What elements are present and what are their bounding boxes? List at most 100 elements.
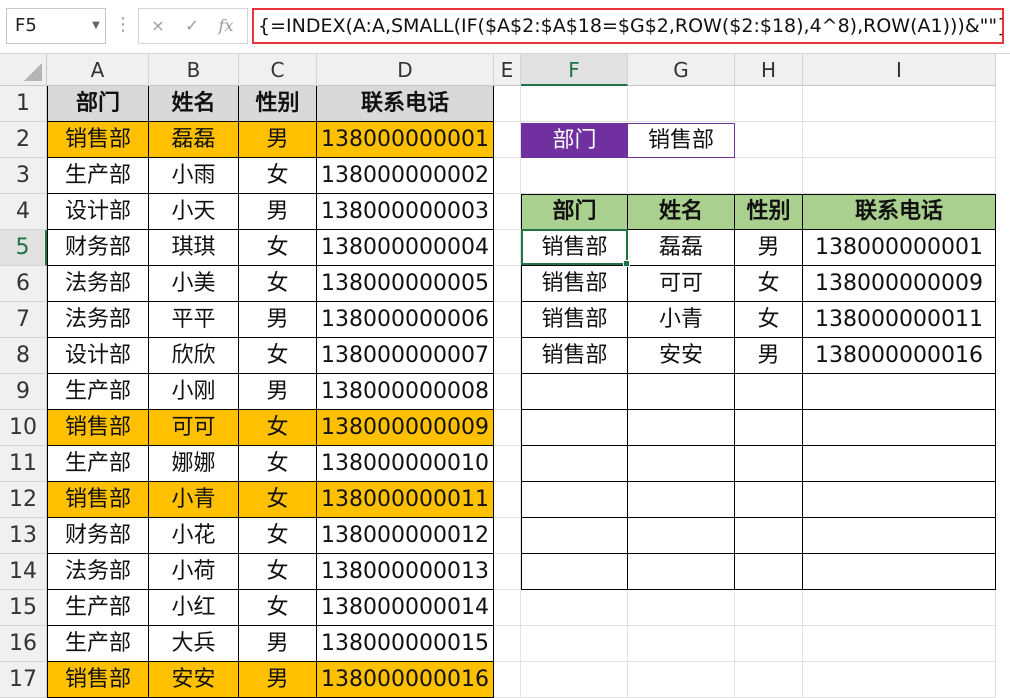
cell[interactable] bbox=[494, 86, 521, 122]
source-name-cell[interactable]: 磊磊 bbox=[149, 122, 239, 158]
source-name-cell[interactable]: 小雨 bbox=[149, 158, 239, 194]
cell[interactable] bbox=[521, 590, 628, 626]
column-header-d[interactable]: D bbox=[317, 54, 494, 86]
result-empty-cell[interactable] bbox=[521, 554, 628, 590]
source-dept-cell[interactable]: 生产部 bbox=[47, 626, 149, 662]
column-header-a[interactable]: A bbox=[47, 54, 149, 86]
result-empty-cell[interactable] bbox=[735, 518, 803, 554]
result-sex-cell[interactable]: 男 bbox=[735, 230, 803, 266]
cell[interactable] bbox=[494, 302, 521, 338]
result-empty-cell[interactable] bbox=[803, 554, 996, 590]
cell[interactable] bbox=[494, 554, 521, 590]
source-phone-cell[interactable]: 138000000004 bbox=[317, 230, 494, 266]
source-name-cell[interactable]: 小天 bbox=[149, 194, 239, 230]
cell[interactable] bbox=[803, 86, 996, 122]
result-empty-cell[interactable] bbox=[735, 446, 803, 482]
result-empty-cell[interactable] bbox=[628, 518, 735, 554]
source-name-cell[interactable]: 大兵 bbox=[149, 626, 239, 662]
source-dept-cell[interactable]: 设计部 bbox=[47, 194, 149, 230]
source-dept-cell[interactable]: 生产部 bbox=[47, 374, 149, 410]
source-phone-cell[interactable]: 138000000014 bbox=[317, 590, 494, 626]
source-sex-cell[interactable]: 女 bbox=[239, 266, 317, 302]
source-dept-cell[interactable]: 法务部 bbox=[47, 302, 149, 338]
result-empty-cell[interactable] bbox=[628, 374, 735, 410]
source-name-cell[interactable]: 小美 bbox=[149, 266, 239, 302]
criteria-value-cell[interactable]: 销售部 bbox=[628, 123, 735, 158]
result-header-cell[interactable]: 性别 bbox=[735, 194, 803, 230]
result-phone-cell[interactable]: 138000000011 bbox=[803, 302, 996, 338]
source-phone-cell[interactable]: 138000000010 bbox=[317, 446, 494, 482]
source-sex-cell[interactable]: 女 bbox=[239, 518, 317, 554]
cell[interactable] bbox=[494, 446, 521, 482]
row-header-5[interactable]: 5 bbox=[0, 230, 47, 266]
row-header-6[interactable]: 6 bbox=[0, 266, 47, 302]
source-sex-cell[interactable]: 女 bbox=[239, 446, 317, 482]
result-empty-cell[interactable] bbox=[735, 410, 803, 446]
result-phone-cell[interactable]: 138000000009 bbox=[803, 266, 996, 302]
cell[interactable] bbox=[521, 626, 628, 662]
source-phone-cell[interactable]: 138000000009 bbox=[317, 410, 494, 446]
cancel-icon[interactable]: × bbox=[143, 9, 173, 43]
source-name-cell[interactable]: 小刚 bbox=[149, 374, 239, 410]
result-dept-cell[interactable]: 销售部 bbox=[521, 266, 628, 302]
source-name-cell[interactable]: 平平 bbox=[149, 302, 239, 338]
cell[interactable] bbox=[628, 86, 735, 122]
cell[interactable] bbox=[735, 86, 803, 122]
cell[interactable] bbox=[735, 590, 803, 626]
source-phone-cell[interactable]: 138000000007 bbox=[317, 338, 494, 374]
column-header-b[interactable]: B bbox=[149, 54, 239, 86]
source-name-cell[interactable]: 小荷 bbox=[149, 554, 239, 590]
source-phone-cell[interactable]: 138000000013 bbox=[317, 554, 494, 590]
cell[interactable] bbox=[803, 158, 996, 194]
source-sex-cell[interactable]: 男 bbox=[239, 662, 317, 698]
source-header-cell[interactable]: 部门 bbox=[47, 86, 149, 122]
cell[interactable] bbox=[494, 230, 521, 266]
cell[interactable] bbox=[494, 122, 521, 158]
row-header-16[interactable]: 16 bbox=[0, 626, 47, 662]
row-header-8[interactable]: 8 bbox=[0, 338, 47, 374]
cell[interactable] bbox=[628, 662, 735, 698]
cell[interactable] bbox=[494, 590, 521, 626]
source-name-cell[interactable]: 可可 bbox=[149, 410, 239, 446]
cell[interactable] bbox=[803, 122, 996, 158]
cell[interactable] bbox=[494, 482, 521, 518]
source-dept-cell[interactable]: 销售部 bbox=[47, 482, 149, 518]
cell[interactable] bbox=[803, 626, 996, 662]
cell[interactable] bbox=[494, 266, 521, 302]
result-empty-cell[interactable] bbox=[803, 482, 996, 518]
cell[interactable] bbox=[521, 86, 628, 122]
source-sex-cell[interactable]: 男 bbox=[239, 122, 317, 158]
source-dept-cell[interactable]: 财务部 bbox=[47, 518, 149, 554]
result-header-cell[interactable]: 联系电话 bbox=[803, 194, 996, 230]
source-sex-cell[interactable]: 女 bbox=[239, 338, 317, 374]
cell[interactable] bbox=[494, 158, 521, 194]
cell[interactable] bbox=[494, 338, 521, 374]
result-dept-cell[interactable]: 销售部 bbox=[521, 302, 628, 338]
row-header-12[interactable]: 12 bbox=[0, 482, 47, 518]
result-empty-cell[interactable] bbox=[803, 410, 996, 446]
source-sex-cell[interactable]: 女 bbox=[239, 482, 317, 518]
result-header-cell[interactable]: 部门 bbox=[521, 194, 628, 230]
result-empty-cell[interactable] bbox=[521, 482, 628, 518]
cell[interactable] bbox=[735, 158, 803, 194]
source-sex-cell[interactable]: 女 bbox=[239, 554, 317, 590]
source-sex-cell[interactable]: 女 bbox=[239, 158, 317, 194]
name-box-dropdown-icon[interactable]: ▼ bbox=[86, 8, 106, 44]
cell[interactable] bbox=[628, 626, 735, 662]
source-dept-cell[interactable]: 法务部 bbox=[47, 554, 149, 590]
result-empty-cell[interactable] bbox=[628, 482, 735, 518]
source-name-cell[interactable]: 小青 bbox=[149, 482, 239, 518]
result-empty-cell[interactable] bbox=[803, 446, 996, 482]
enter-icon[interactable]: ✓ bbox=[177, 9, 207, 43]
cell[interactable] bbox=[521, 662, 628, 698]
result-empty-cell[interactable] bbox=[735, 482, 803, 518]
result-name-cell[interactable]: 磊磊 bbox=[628, 230, 735, 266]
row-header-2[interactable]: 2 bbox=[0, 122, 47, 158]
criteria-label-cell[interactable]: 部门 bbox=[521, 123, 628, 158]
result-dept-cell[interactable]: 销售部 bbox=[521, 230, 628, 266]
result-empty-cell[interactable] bbox=[628, 446, 735, 482]
source-phone-cell[interactable]: 138000000011 bbox=[317, 482, 494, 518]
result-name-cell[interactable]: 可可 bbox=[628, 266, 735, 302]
cell[interactable] bbox=[735, 122, 803, 158]
source-phone-cell[interactable]: 138000000008 bbox=[317, 374, 494, 410]
